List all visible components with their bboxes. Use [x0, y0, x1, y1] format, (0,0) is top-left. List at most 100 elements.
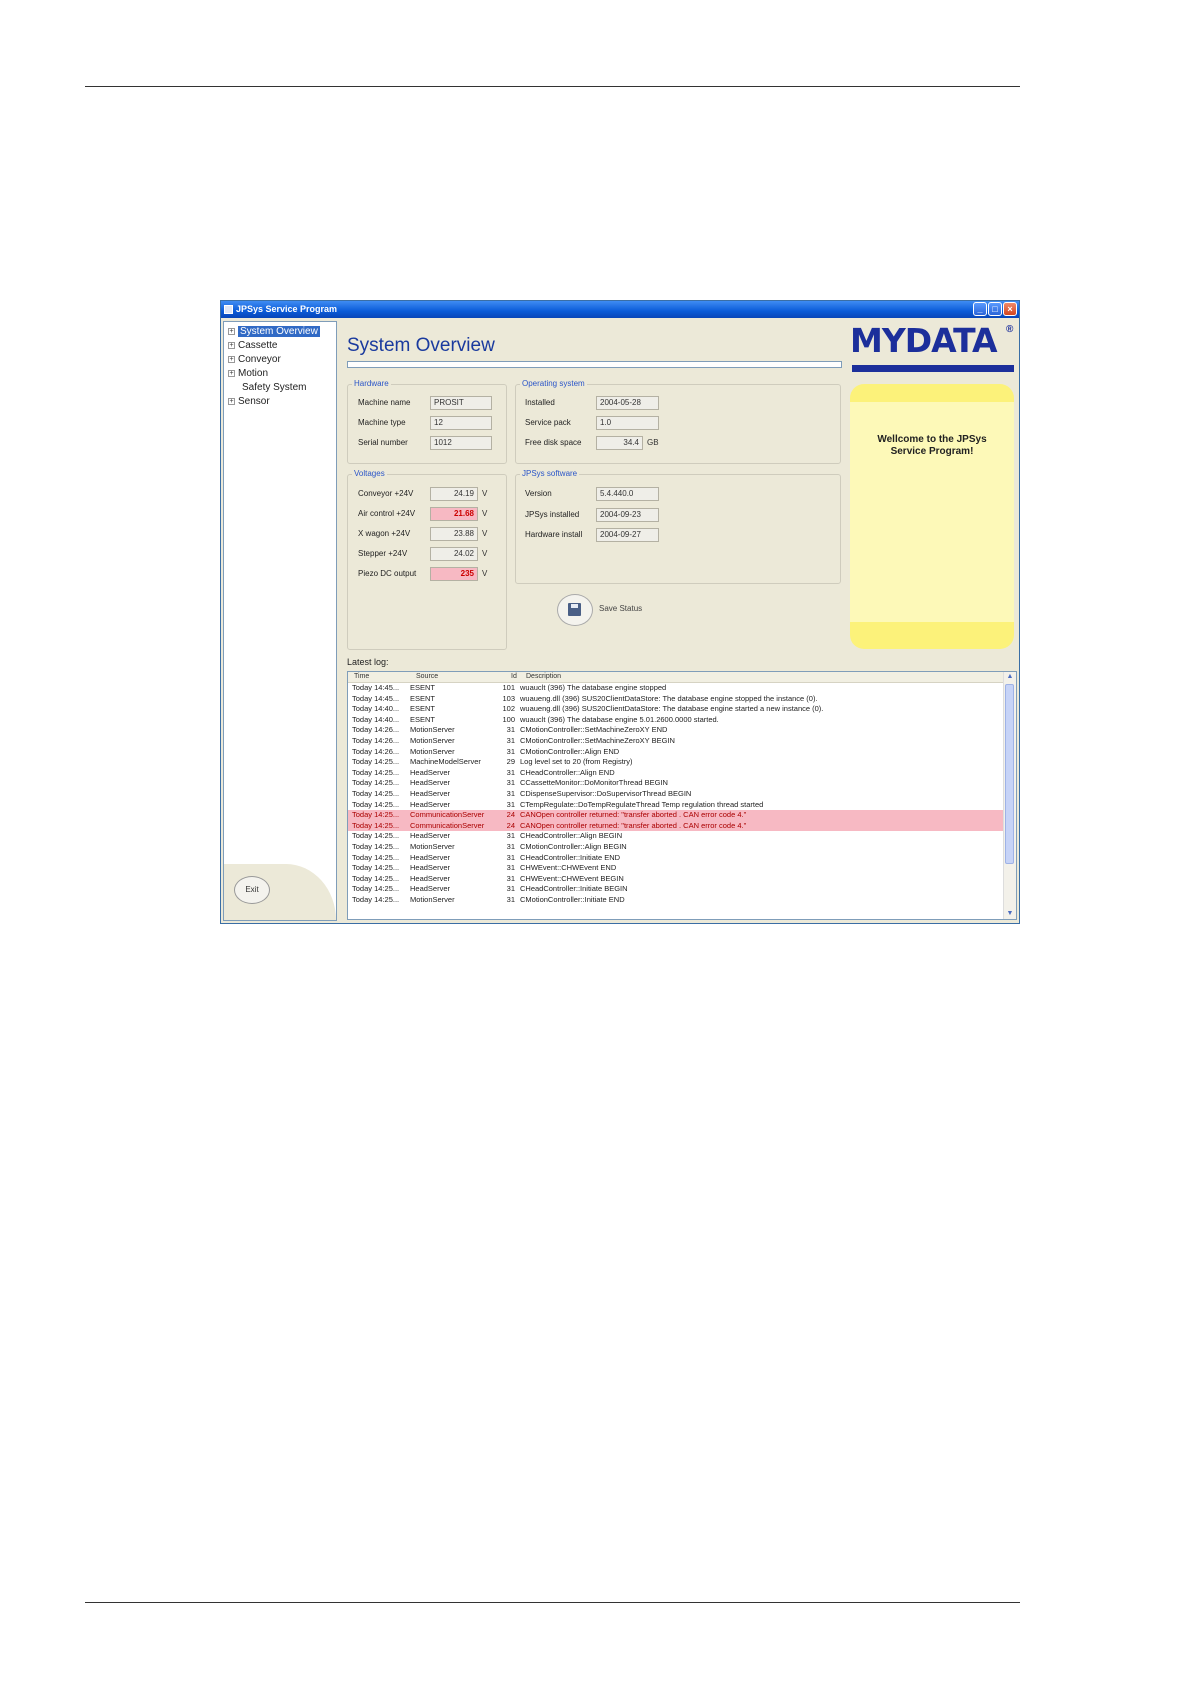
voltage-x-wagon-field[interactable]: 23.88: [430, 527, 478, 541]
log-description: CMotionController::SetMachineZeroXY BEGI…: [520, 735, 675, 745]
log-id: 31: [506, 799, 515, 809]
tree-item-safety-system[interactable]: Safety System: [242, 381, 306, 394]
log-row[interactable]: Today 14:25... MotionServer 31 CMotionContr…: [348, 842, 1004, 853]
column-header-description[interactable]: Description: [526, 672, 561, 682]
tree-item-system-overview[interactable]: + System Overview: [228, 325, 320, 338]
column-header-id[interactable]: Id: [511, 672, 517, 682]
serial-number-field[interactable]: 1012: [430, 436, 492, 450]
expand-icon[interactable]: +: [228, 370, 235, 377]
log-row[interactable]: Today 14:45... ESENT 103 wuaueng.dll (396) …: [348, 694, 1004, 705]
log-row[interactable]: Today 14:45... ESENT 101 wuauclt (396) The …: [348, 683, 1004, 694]
save-status-label[interactable]: Save Status: [599, 604, 642, 613]
log-source: MachineModelServer: [410, 757, 481, 767]
log-description: wuauclt (396) The database engine stoppe…: [520, 683, 667, 692]
tree-item-label: Sensor: [238, 396, 270, 407]
service-pack-field[interactable]: 1.0: [596, 416, 659, 430]
log-time: Today 14:40...: [352, 714, 400, 724]
log-id: 31: [506, 863, 515, 873]
voltage-label: X wagon +24V: [358, 529, 411, 538]
close-button[interactable]: ×: [1003, 302, 1017, 316]
scroll-thumb[interactable]: [1005, 684, 1014, 864]
column-header-source[interactable]: Source: [416, 672, 438, 682]
scroll-down-icon[interactable]: ▼: [1005, 909, 1015, 919]
version-field[interactable]: 5.4.440.0: [596, 487, 659, 501]
title-bar[interactable]: JPSys Service Program _ □ ×: [221, 301, 1019, 318]
exit-panel: Exit: [224, 864, 336, 920]
machine-type-field[interactable]: 12: [430, 416, 492, 430]
tree-item-cassette[interactable]: + Cassette: [228, 339, 277, 352]
log-description: CMotionController::Align BEGIN: [520, 841, 627, 851]
exit-button[interactable]: Exit: [234, 876, 270, 904]
log-source: CommunicationServer: [410, 810, 485, 820]
log-table[interactable]: Time Source Id Description Today 14:45..…: [347, 671, 1017, 920]
page-bottom-rule: [85, 1602, 1020, 1603]
log-row[interactable]: Today 14:25... HeadServer 31 CHeadControlle…: [348, 853, 1004, 864]
log-source: ESENT: [410, 714, 436, 724]
floppy-disk-icon: [568, 603, 581, 616]
machine-name-field[interactable]: PROSIT: [430, 396, 492, 410]
log-description: CHWEvent::CHWEvent END: [520, 863, 617, 873]
registered-mark: ®: [1006, 324, 1014, 335]
serial-number-label: Serial number: [358, 438, 408, 447]
log-row[interactable]: Today 14:25... CommunicationServer 24 CANOp…: [348, 820, 1004, 832]
log-source: ESENT: [410, 693, 436, 703]
expand-icon[interactable]: +: [228, 356, 235, 363]
log-row[interactable]: Today 14:25... HeadServer 31 CHeadControlle…: [348, 831, 1004, 842]
log-row[interactable]: Today 14:25... HeadServer 31 CDispenseSuper…: [348, 789, 1004, 800]
log-source: HeadServer: [410, 831, 451, 841]
log-row[interactable]: Today 14:25... HeadServer 31 CHeadControlle…: [348, 884, 1004, 895]
log-description: CMotionController::Initiate END: [520, 894, 625, 904]
expand-icon[interactable]: +: [228, 398, 235, 405]
log-row[interactable]: Today 14:26... MotionServer 31 CMotionContr…: [348, 725, 1004, 736]
log-row[interactable]: Today 14:25... MotionServer 31 CMotionContr…: [348, 895, 1004, 906]
log-row[interactable]: Today 14:40... ESENT 100 wuauclt (396) The …: [348, 715, 1004, 726]
log-description: CTempRegulate::DoTempRegulateThread Temp…: [520, 799, 764, 809]
free-disk-unit: GB: [647, 438, 659, 447]
log-time: Today 14:25...: [352, 778, 400, 788]
voltage-stepper-field[interactable]: 24.02: [430, 547, 478, 561]
voltage-piezo-field[interactable]: 235: [430, 567, 478, 581]
free-disk-field[interactable]: 34.4: [596, 436, 643, 450]
voltage-air-control-field[interactable]: 21.68: [430, 507, 478, 521]
log-row[interactable]: Today 14:25... CommunicationServer 24 CANOp…: [348, 810, 1004, 821]
log-row[interactable]: Today 14:25... MachineModelServer 29 Log le…: [348, 757, 1004, 768]
log-time: Today 14:45...: [352, 683, 400, 692]
hardware-install-field[interactable]: 2004-09-27: [596, 528, 659, 542]
maximize-button[interactable]: □: [988, 302, 1002, 316]
log-time: Today 14:26...: [352, 725, 400, 735]
expand-icon[interactable]: +: [228, 328, 235, 335]
scroll-up-icon[interactable]: ▲: [1005, 672, 1015, 682]
installed-field[interactable]: 2004-05-28: [596, 396, 659, 410]
tree-item-motion[interactable]: + Motion: [228, 367, 268, 380]
expand-icon[interactable]: +: [228, 342, 235, 349]
tree-item-conveyor[interactable]: + Conveyor: [228, 353, 281, 366]
log-scrollbar[interactable]: ▲ ▼: [1003, 672, 1016, 919]
voltage-unit: V: [482, 509, 488, 518]
log-row[interactable]: Today 14:40... ESENT 102 wuaueng.dll (396) …: [348, 704, 1004, 715]
tree-item-sensor[interactable]: + Sensor: [228, 395, 270, 408]
window-title: JPSys Service Program: [236, 304, 338, 314]
log-row[interactable]: Today 14:25... HeadServer 31 CTempRegulate:…: [348, 800, 1004, 811]
log-source: HeadServer: [410, 863, 451, 873]
log-id: 31: [506, 831, 515, 841]
minimize-button[interactable]: _: [973, 302, 987, 316]
log-time: Today 14:25...: [352, 810, 400, 820]
group-title: JPSys software: [520, 468, 580, 480]
group-title: Operating system: [520, 378, 587, 390]
column-header-time[interactable]: Time: [354, 672, 369, 682]
log-source: HeadServer: [410, 884, 451, 894]
log-row[interactable]: Today 14:26... MotionServer 31 CMotionContr…: [348, 736, 1004, 747]
voltage-conveyor-field[interactable]: 24.19: [430, 487, 478, 501]
hardware-group: Hardware Machine name PROSIT Machine typ…: [347, 378, 507, 464]
log-source: MotionServer: [410, 894, 455, 904]
jpsys-installed-field[interactable]: 2004-09-23: [596, 508, 659, 522]
log-row[interactable]: Today 14:25... HeadServer 31 CHWEvent::CHWE…: [348, 863, 1004, 874]
log-id: 31: [506, 852, 515, 862]
log-id: 31: [506, 873, 515, 883]
log-row[interactable]: Today 14:25... HeadServer 31 CHeadControlle…: [348, 768, 1004, 779]
save-status-button[interactable]: [557, 594, 593, 626]
log-row[interactable]: Today 14:26... MotionServer 31 CMotionContr…: [348, 747, 1004, 758]
log-row[interactable]: Today 14:25... HeadServer 31 CHWEvent::CHWE…: [348, 874, 1004, 885]
log-row[interactable]: Today 14:25... HeadServer 31 CCassetteMonit…: [348, 778, 1004, 789]
service-pack-label: Service pack: [525, 418, 571, 427]
